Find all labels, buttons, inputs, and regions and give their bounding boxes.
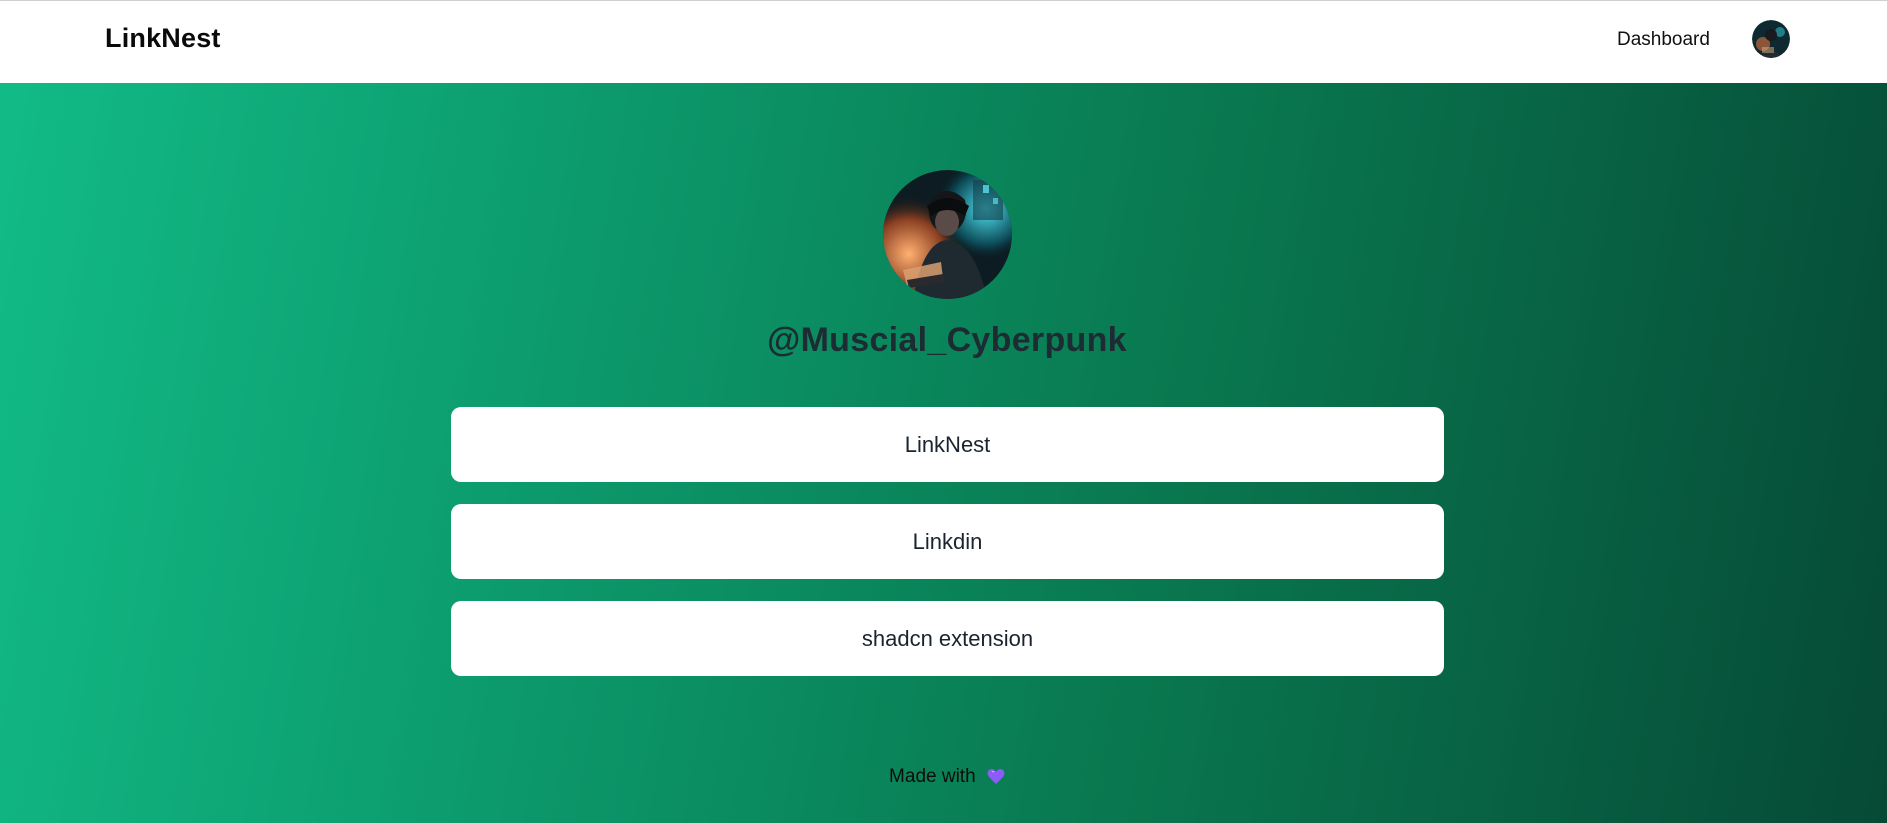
user-avatar[interactable] xyxy=(1752,20,1790,58)
footer: Made with xyxy=(0,766,1887,791)
link-list: LinkNest Linkdin shadcn extension xyxy=(451,407,1444,698)
link-button-linkedin[interactable]: Linkdin xyxy=(451,504,1444,579)
purple-heart-icon xyxy=(987,768,1005,791)
navbar: LinkNest Dashboard xyxy=(0,1,1887,83)
brand-logo[interactable]: LinkNest xyxy=(105,23,221,54)
link-button-linknest[interactable]: LinkNest xyxy=(451,407,1444,482)
dashboard-link[interactable]: Dashboard xyxy=(1617,29,1710,51)
profile-username: @Muscial_Cyberpunk xyxy=(767,321,1127,359)
avatar-icon xyxy=(1752,20,1790,58)
profile-page: @Muscial_Cyberpunk LinkNest Linkdin shad… xyxy=(0,83,1887,823)
profile-avatar-icon xyxy=(883,170,1012,299)
footer-text: Made with xyxy=(889,766,976,787)
link-button-shadcn-extension[interactable]: shadcn extension xyxy=(451,601,1444,676)
profile-avatar xyxy=(883,170,1012,299)
